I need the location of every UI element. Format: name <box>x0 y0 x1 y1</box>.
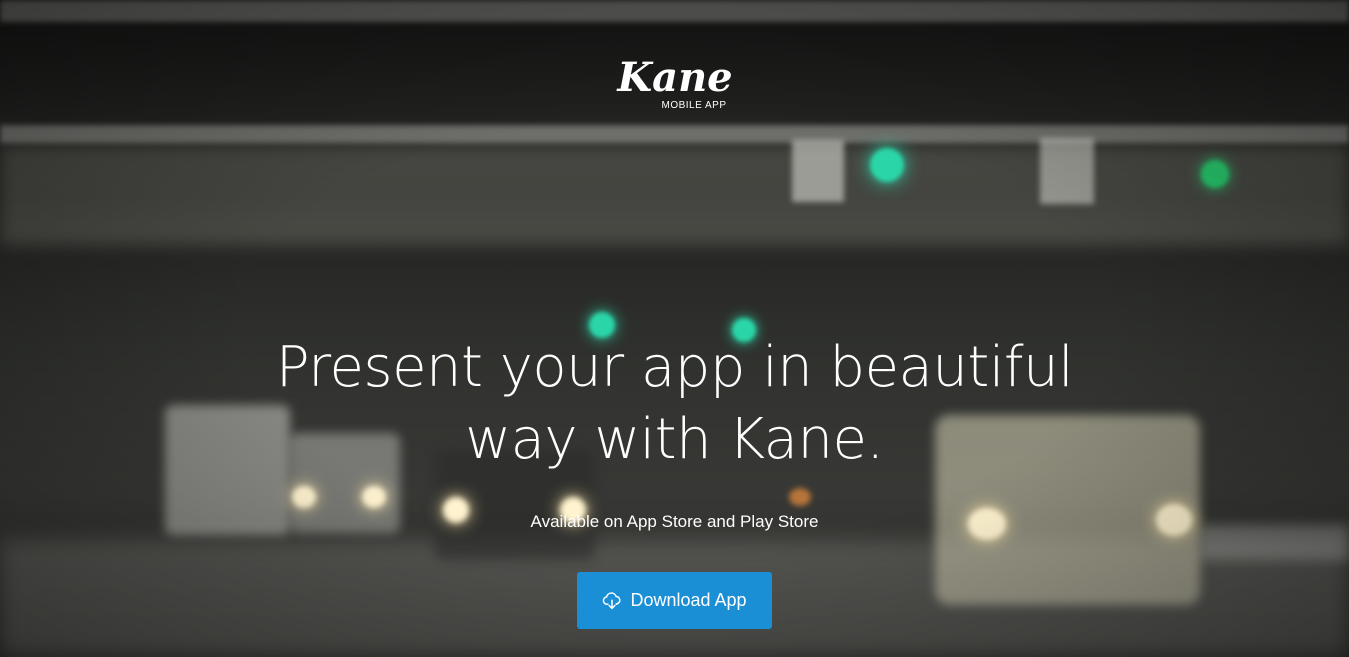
download-app-button[interactable]: Download App <box>577 572 772 629</box>
headline-line-2: way with Kane. <box>465 407 884 472</box>
headline-line-1: Present your app in beautiful <box>275 335 1074 400</box>
hero-section: Kane MOBILE APP Present your app in beau… <box>0 0 1349 657</box>
hero-headline: Present your app in beautiful way with K… <box>200 332 1149 476</box>
brand-logo[interactable]: Kane MOBILE APP <box>600 56 750 120</box>
download-app-label: Download App <box>630 590 747 610</box>
brand-tagline: MOBILE APP <box>661 100 727 111</box>
brand-name: Kane <box>617 54 733 101</box>
hero-subline: Available on App Store and Play Store <box>530 512 819 531</box>
cloud-download-icon <box>603 591 621 609</box>
